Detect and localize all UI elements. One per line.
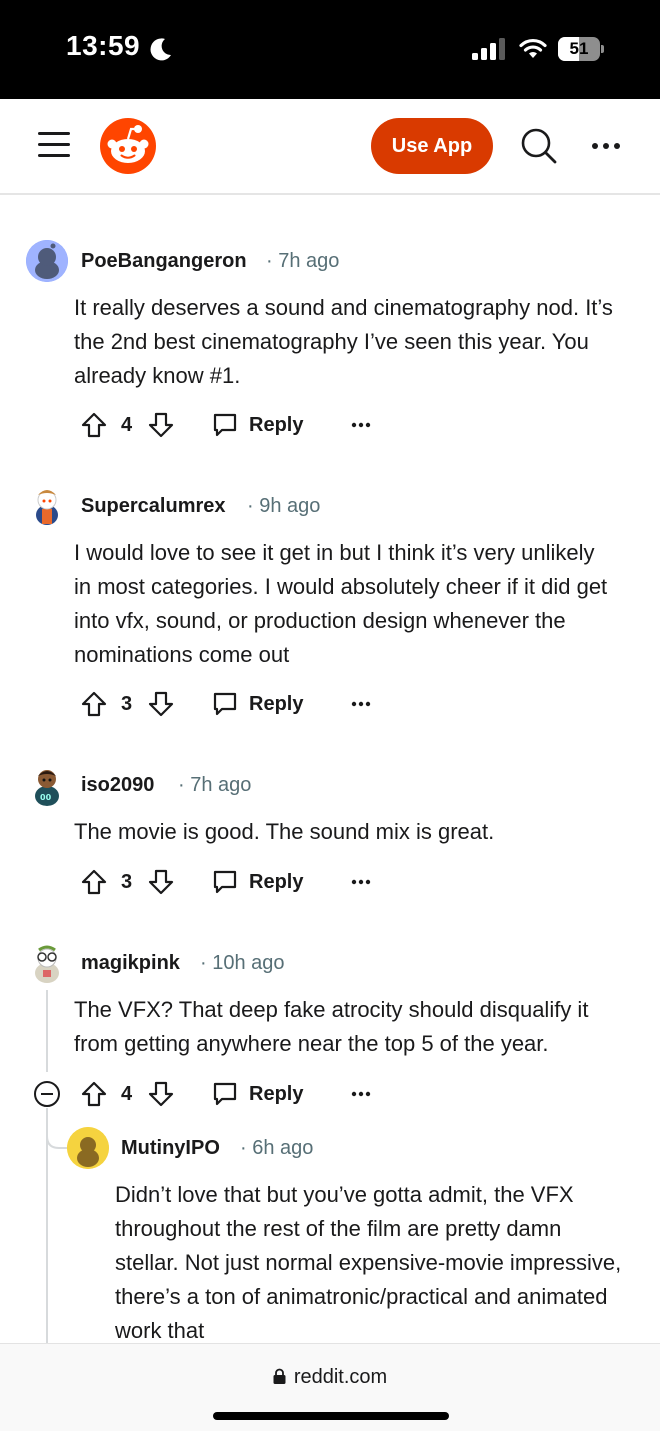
home-indicator[interactable] xyxy=(213,1412,449,1420)
lock-icon xyxy=(273,1368,286,1384)
downvote-icon[interactable] xyxy=(147,690,175,718)
comment-body: Didn’t love that but you’ve gotta admit,… xyxy=(115,1182,622,1343)
more-options-icon[interactable] xyxy=(590,136,622,156)
url-text: reddit.com xyxy=(293,1366,388,1388)
comment: magikpink · 10h ago The VFX? That deep f… xyxy=(0,937,660,1117)
comment-more-icon[interactable] xyxy=(351,875,371,889)
comment-actions: 3 Reply xyxy=(80,862,380,902)
comment: MutinyIPO · 6h ago Didn’t love that but … xyxy=(0,1122,660,1343)
cellular-signal-icon xyxy=(472,38,505,60)
status-bar: 13:59 51 xyxy=(0,0,660,99)
status-time: 13:59 xyxy=(66,30,141,61)
vote-count: 4 xyxy=(121,1083,133,1105)
avatar[interactable] xyxy=(26,942,68,984)
comment-actions: 3 Reply xyxy=(80,684,380,724)
comment: 00 iso2090 · 7h ago The movie is good. T… xyxy=(0,759,660,904)
reply-label: Reply xyxy=(249,870,304,893)
vote-count: 3 xyxy=(121,871,133,893)
reply-icon xyxy=(211,411,239,439)
upvote-icon[interactable] xyxy=(80,868,108,896)
reply-icon xyxy=(211,1080,239,1108)
comment-time: · 9h ago xyxy=(247,495,321,517)
avatar[interactable] xyxy=(67,1127,109,1169)
comment-time: · 10h ago xyxy=(200,952,285,974)
site-header: Use App xyxy=(0,99,660,195)
upvote-icon[interactable] xyxy=(80,411,108,439)
reply-label: Reply xyxy=(249,692,304,715)
reply-label: Reply xyxy=(249,1082,304,1105)
upvote-icon[interactable] xyxy=(80,690,108,718)
vote-count: 3 xyxy=(121,693,133,715)
comment-time: · 7h ago xyxy=(178,774,252,796)
comment-author[interactable]: MutinyIPO xyxy=(121,1137,220,1160)
comment-more-icon[interactable] xyxy=(351,697,371,711)
reply-button[interactable]: Reply xyxy=(211,1074,303,1114)
comment-time: · 7h ago xyxy=(266,250,340,272)
url-display[interactable]: reddit.com xyxy=(0,1366,660,1389)
use-app-button[interactable]: Use App xyxy=(371,118,493,174)
vote-count: 4 xyxy=(121,414,133,436)
comment-body: I would love to see it get in but I thin… xyxy=(74,540,608,667)
reply-button[interactable]: Reply xyxy=(211,862,303,902)
avatar[interactable]: 00 xyxy=(26,764,68,806)
comment-time: · 6h ago xyxy=(240,1137,314,1159)
avatar[interactable] xyxy=(26,240,68,282)
collapse-thread-icon[interactable] xyxy=(33,1080,61,1108)
comment-more-icon[interactable] xyxy=(351,1087,371,1101)
reply-button[interactable]: Reply xyxy=(211,405,303,445)
comment-body: The VFX? That deep fake atrocity should … xyxy=(74,997,589,1056)
comment-author[interactable]: iso2090 xyxy=(81,774,154,797)
wifi-icon xyxy=(519,38,547,58)
comment-more-icon[interactable] xyxy=(351,418,371,432)
reply-icon xyxy=(211,690,239,718)
downvote-icon[interactable] xyxy=(147,1080,175,1108)
comment: Supercalumrex · 9h ago I would love to s… xyxy=(0,480,660,730)
avatar[interactable] xyxy=(26,485,68,527)
comment-author[interactable]: Supercalumrex xyxy=(81,495,226,518)
comment-author[interactable]: magikpink xyxy=(81,952,180,975)
reddit-logo[interactable] xyxy=(100,118,156,174)
search-icon[interactable] xyxy=(520,127,558,165)
comment-body: The movie is good. The sound mix is grea… xyxy=(74,819,495,844)
reply-button[interactable]: Reply xyxy=(211,684,303,724)
battery-percent: 51 xyxy=(569,39,589,58)
downvote-icon[interactable] xyxy=(147,411,175,439)
hamburger-menu-icon[interactable] xyxy=(38,132,70,158)
comment-actions: 4 Reply xyxy=(80,1074,380,1114)
comment-author[interactable]: PoeBangangeron xyxy=(81,250,247,273)
upvote-icon[interactable] xyxy=(80,1080,108,1108)
browser-address-bar: reddit.com xyxy=(0,1343,660,1431)
moon-icon xyxy=(150,38,171,61)
comment: PoeBangangeron · 7h ago It really deserv… xyxy=(0,235,660,450)
downvote-icon[interactable] xyxy=(147,868,175,896)
reply-icon xyxy=(211,868,239,896)
comment-body: It really deserves a sound and cinematog… xyxy=(74,295,613,388)
reply-label: Reply xyxy=(249,413,304,436)
comment-actions: 4 Reply xyxy=(80,405,380,445)
battery-icon: 51 xyxy=(558,37,604,61)
svg-text:00: 00 xyxy=(40,793,52,802)
